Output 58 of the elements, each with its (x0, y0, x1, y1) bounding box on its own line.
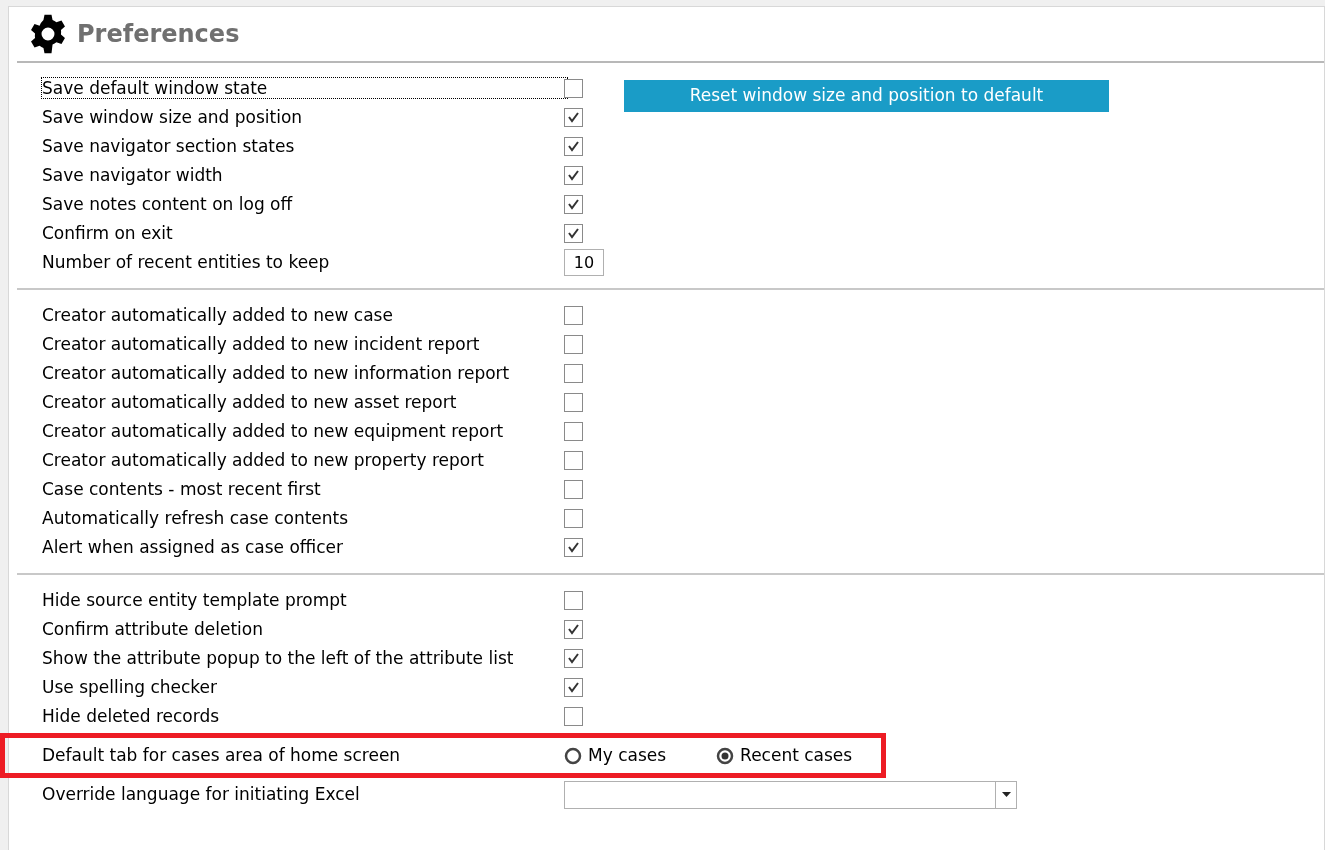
checkbox[interactable] (564, 707, 583, 726)
setting-label: Creator automatically added to new incident report (42, 333, 480, 354)
checkmark-icon (568, 170, 579, 181)
dropdown-field[interactable] (564, 780, 1017, 809)
checkbox[interactable] (564, 393, 583, 412)
checkbox[interactable] (564, 306, 583, 325)
checkbox[interactable] (564, 422, 583, 441)
checkmark-icon (568, 141, 579, 152)
checkmark-icon (568, 228, 579, 239)
checkbox[interactable] (564, 678, 583, 697)
setting-label: Creator automatically added to new property report (42, 449, 484, 470)
setting-label: Hide deleted records (42, 705, 220, 726)
checkbox[interactable] (564, 108, 583, 127)
checkmark-icon (568, 653, 579, 664)
checkbox[interactable] (564, 224, 583, 243)
setting-label: Creator automatically added to new asset report (42, 391, 457, 412)
setting-label: Save navigator section states (42, 135, 295, 156)
setting-label: Save window size and position (42, 106, 303, 127)
setting-label: Confirm on exit (42, 222, 173, 243)
checkbox[interactable] (564, 137, 583, 156)
setting-label: Alert when assigned as case officer (42, 536, 344, 557)
setting-label: Hide source entity template prompt (42, 589, 347, 610)
radio-option[interactable]: My cases (564, 742, 667, 769)
checkbox[interactable] (564, 364, 583, 383)
checkbox[interactable] (564, 591, 583, 610)
dropdown-arrow-icon (1001, 792, 1011, 797)
checkbox[interactable] (564, 335, 583, 354)
checkbox[interactable] (564, 509, 583, 528)
radio-option[interactable]: Recent cases (716, 742, 853, 769)
page-title: Preferences (77, 19, 240, 50)
checkmark-icon (568, 682, 579, 693)
checkmark-icon (568, 624, 579, 635)
setting-label: Creator automatically added to new case (42, 304, 393, 325)
checkbox[interactable] (564, 538, 583, 557)
checkbox[interactable] (564, 480, 583, 499)
setting-label: Override language for initiating Excel (42, 783, 360, 804)
setting-label: Show the attribute popup to the left of the attribute list (42, 647, 514, 668)
checkmark-icon (568, 112, 579, 123)
number-field[interactable]: 10 (564, 249, 604, 276)
checkbox[interactable] (564, 166, 583, 185)
setting-label: Save navigator width (42, 164, 223, 185)
checkbox[interactable] (564, 79, 583, 98)
setting-label: Save notes content on log off (42, 193, 293, 214)
checkbox[interactable] (564, 620, 583, 639)
checkbox[interactable] (564, 451, 583, 470)
checkbox[interactable] (564, 195, 583, 214)
setting-label: Confirm attribute deletion (42, 618, 263, 639)
checkmark-icon (568, 542, 579, 553)
setting-label: Number of recent entities to keep (42, 251, 330, 272)
setting-label: Automatically refresh case contents (42, 507, 349, 528)
setting-label: Save default window state (42, 77, 568, 98)
checkmark-icon (568, 199, 579, 210)
setting-label: Creator automatically added to new information report (42, 362, 510, 383)
setting-label: Default tab for cases area of home screen (42, 744, 401, 765)
setting-label: Case contents - most recent first (42, 478, 321, 499)
checkbox[interactable] (564, 649, 583, 668)
setting-label: Creator automatically added to new equipment report (42, 420, 504, 441)
setting-label: Use spelling checker (42, 676, 218, 697)
